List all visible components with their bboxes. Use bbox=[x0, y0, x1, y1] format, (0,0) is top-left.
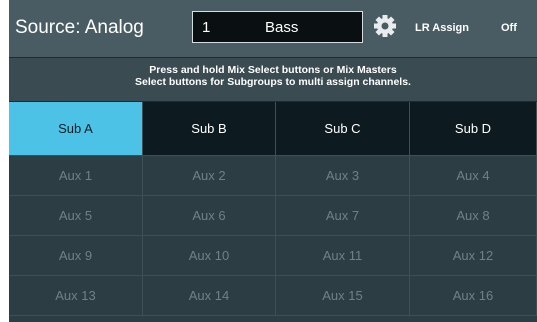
gear-icon[interactable] bbox=[372, 13, 398, 39]
top-bar: Source: Analog 1 Bass LR Assign Off bbox=[9, 0, 537, 58]
channel-name: Bass bbox=[265, 19, 299, 36]
aux-button[interactable]: Aux 10 bbox=[143, 236, 276, 276]
aux-button[interactable]: Aux 8 bbox=[410, 196, 537, 236]
subgroup-button[interactable]: Sub D bbox=[410, 102, 537, 156]
aux-button[interactable]: Aux 14 bbox=[143, 276, 276, 316]
aux-button[interactable]: Aux 2 bbox=[143, 156, 276, 196]
aux-button[interactable]: Aux 13 bbox=[9, 276, 143, 316]
lr-assign-button[interactable]: LR Assign bbox=[415, 22, 469, 34]
instruction-line-2: Select buttons for Subgroups to multi as… bbox=[135, 76, 411, 88]
channel-selector[interactable]: 1 Bass bbox=[192, 11, 363, 43]
channel-number: 1 bbox=[202, 19, 211, 36]
lr-assign-state: Off bbox=[501, 22, 517, 34]
aux-button[interactable]: Aux 7 bbox=[276, 196, 410, 236]
aux-button[interactable]: Aux 15 bbox=[276, 276, 410, 316]
aux-button[interactable]: Aux 3 bbox=[276, 156, 410, 196]
aux-button[interactable]: Aux 11 bbox=[276, 236, 410, 276]
aux-button[interactable]: Aux 9 bbox=[9, 236, 143, 276]
assign-screen: Source: Analog 1 Bass LR Assign Off Pres… bbox=[9, 0, 537, 322]
aux-button[interactable]: Aux 6 bbox=[143, 196, 276, 236]
aux-button[interactable]: Aux 4 bbox=[410, 156, 537, 196]
source-label: Source: Analog bbox=[15, 17, 144, 38]
instruction-line-1: Press and hold Mix Select buttons or Mix… bbox=[149, 64, 397, 76]
subgroup-button[interactable]: Sub A bbox=[9, 102, 143, 156]
subgroup-button[interactable]: Sub C bbox=[276, 102, 410, 156]
aux-button[interactable]: Aux 1 bbox=[9, 156, 143, 196]
assign-grid: Sub A Sub B Sub C Sub D Aux 1 Aux 2 Aux 3 Aux 4… bbox=[9, 102, 537, 322]
aux-button[interactable]: Aux 12 bbox=[410, 236, 537, 276]
aux-button[interactable]: Aux 5 bbox=[9, 196, 143, 236]
aux-button[interactable]: Aux 16 bbox=[410, 276, 537, 316]
subgroup-button[interactable]: Sub B bbox=[143, 102, 276, 156]
instruction-banner: Press and hold Mix Select buttons or Mix… bbox=[9, 58, 537, 102]
